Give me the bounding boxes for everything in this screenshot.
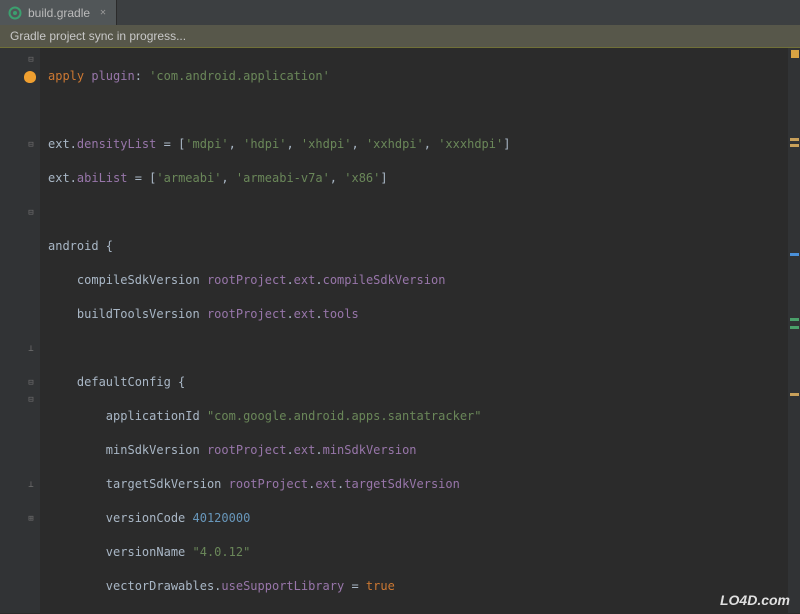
- warning-marker[interactable]: [790, 393, 799, 396]
- tab-bar: build.gradle ✕: [0, 0, 800, 25]
- tab-filename: build.gradle: [28, 6, 90, 20]
- ok-marker[interactable]: [790, 318, 799, 321]
- warning-marker[interactable]: [790, 138, 799, 141]
- gradle-icon: [8, 6, 22, 20]
- gutter: ⊟ ⊟ ⊟ ⊥ ⊟ ⊟ ⊥ ⊞: [0, 48, 40, 613]
- fold-end-icon[interactable]: ⊥: [26, 344, 36, 354]
- fold-icon[interactable]: ⊟: [26, 55, 36, 65]
- close-icon[interactable]: ✕: [100, 7, 106, 18]
- warning-marker[interactable]: [790, 144, 799, 147]
- code-area[interactable]: apply plugin: 'com.android.application' …: [40, 48, 800, 613]
- analysis-indicator[interactable]: [791, 50, 799, 58]
- ok-marker[interactable]: [790, 326, 799, 329]
- fold-icon[interactable]: ⊞: [26, 514, 36, 524]
- file-tab[interactable]: build.gradle ✕: [0, 0, 117, 25]
- info-marker[interactable]: [790, 253, 799, 256]
- fold-icon[interactable]: ⊟: [26, 378, 36, 388]
- marker-bar[interactable]: [788, 48, 800, 613]
- fold-icon[interactable]: ⊟: [26, 208, 36, 218]
- bulb-icon[interactable]: [24, 71, 36, 83]
- editor: ⊟ ⊟ ⊟ ⊥ ⊟ ⊟ ⊥ ⊞ apply plugin: 'com.andro…: [0, 48, 800, 613]
- sync-message: Gradle project sync in progress...: [10, 29, 186, 43]
- fold-icon[interactable]: ⊟: [26, 140, 36, 150]
- fold-end-icon[interactable]: ⊥: [26, 480, 36, 490]
- fold-icon[interactable]: ⊟: [26, 395, 36, 405]
- sync-banner: Gradle project sync in progress...: [0, 25, 800, 48]
- watermark: LO4D.com: [720, 592, 790, 608]
